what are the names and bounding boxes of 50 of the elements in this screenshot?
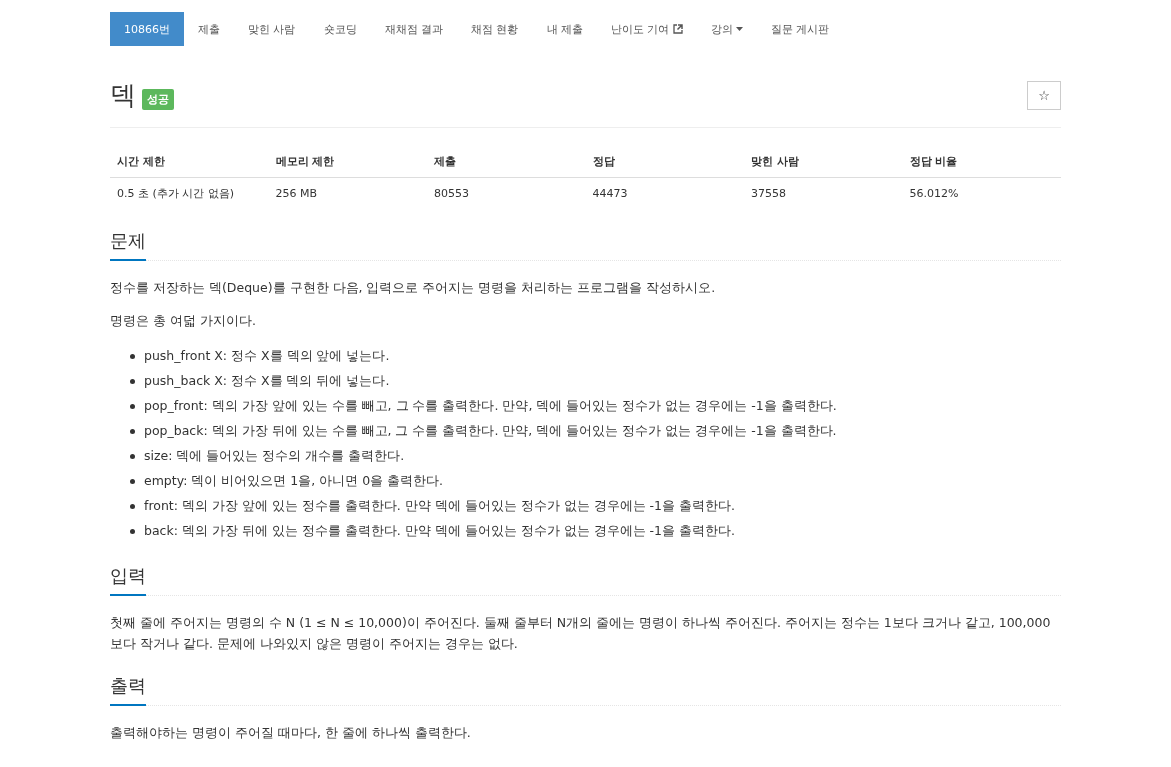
column-header: 맞힌 사람 bbox=[744, 146, 903, 178]
caret-icon bbox=[735, 26, 743, 32]
table-cell: 56.012% bbox=[902, 177, 1061, 209]
nav-tab[interactable]: 10866번 bbox=[110, 12, 184, 46]
section-heading: 입력 bbox=[110, 557, 146, 596]
section-heading: 출력 bbox=[110, 668, 146, 706]
nav-tab[interactable]: 채점 현황 bbox=[457, 12, 533, 46]
nav-tab[interactable]: 제출 bbox=[184, 12, 234, 46]
favorite-star-button[interactable]: ☆ bbox=[1027, 81, 1061, 110]
paragraph: 출력해야하는 명령이 주어질 때마다, 한 줄에 하나씩 출력한다. bbox=[110, 724, 472, 742]
table-cell: 256 MB bbox=[268, 177, 427, 209]
column-header: 정답 비율 bbox=[902, 146, 1061, 178]
nav-tab[interactable]: 난이도 기여 bbox=[597, 12, 697, 46]
nav-tab[interactable]: 강의 bbox=[696, 12, 757, 46]
bullet-icon bbox=[130, 528, 135, 534]
table-cell: 80553 bbox=[427, 177, 586, 209]
list-item: pop_front: 덱의 가장 앞에 있는 수를 빼고, 그 수를 출력한다. 만약, 덱에 들어있는 정수가 없는 경우에는 -1을 출력한다. bbox=[144, 397, 837, 415]
bullet-icon bbox=[130, 378, 135, 384]
external-link-icon bbox=[672, 24, 683, 34]
list-item: push_front X: 정수 X를 덱의 앞에 넣는다. bbox=[144, 347, 390, 365]
table-cell: 44473 bbox=[585, 177, 744, 209]
list-item: empty: 덱이 비어있으면 1을, 아니면 0을 출력한다. bbox=[144, 472, 444, 490]
list-item: pop_back: 덱의 가장 뒤에 있는 수를 빼고, 그 수를 출력한다. 만약, 덱에 들어있는 정수가 없는 경우에는 -1을 출력한다. bbox=[144, 422, 837, 440]
list-item: front: 덱의 가장 앞에 있는 정수를 출력한다. 만약 덱에 들어있는 정수가 없는 경우에는 -1을 출력한다. bbox=[144, 497, 735, 515]
nav-tab[interactable]: 맞힌 사람 bbox=[234, 12, 310, 46]
nav-tab[interactable]: 숏코딩 bbox=[309, 12, 371, 46]
bullet-icon bbox=[130, 428, 135, 434]
nav-tab[interactable]: 내 제출 bbox=[532, 12, 597, 46]
table-cell: 0.5 초 (추가 시간 없음) bbox=[110, 177, 269, 209]
paragraph: 명령은 총 여덟 가지이다. bbox=[110, 312, 257, 331]
nav-tab[interactable]: 재채점 결과 bbox=[370, 12, 457, 46]
paragraph: 첫째 줄에 주어지는 명령의 수 N (1 ≤ N ≤ 10,000)이 주어진다. 둘째 줄부터 N개의 줄에는 명령이 하나씩 주어진다. 주어지는 정수는 1보다 크거나 같고, 100,000보다 작거나 같다. 문제에 나와있지 않은 명령이 주어지는 경우는 없다. bbox=[110, 613, 1052, 653]
bullet-icon bbox=[130, 478, 135, 484]
nav-tab[interactable]: 질문 게시판 bbox=[756, 12, 843, 46]
bullet-icon bbox=[130, 353, 135, 359]
list-item: push_back X: 정수 X를 덱의 뒤에 넣는다. bbox=[144, 372, 390, 390]
status-badge: 성공 bbox=[142, 89, 174, 110]
paragraph: 정수를 저장하는 덱(Deque)를 구현한 다음, 입력으로 주어지는 명령을 처리하는 프로그램을 작성하시오. bbox=[110, 279, 717, 297]
column-header: 메모리 제한 bbox=[268, 146, 427, 178]
column-header: 시간 제한 bbox=[110, 146, 269, 178]
column-header: 제출 bbox=[427, 146, 586, 178]
bullet-icon bbox=[130, 403, 135, 409]
problem-title: 덱 bbox=[110, 79, 136, 112]
bullet-icon bbox=[130, 503, 135, 509]
list-item: size: 덱에 들어있는 정수의 개수를 출력한다. bbox=[144, 447, 405, 465]
list-item: back: 덱의 가장 뒤에 있는 정수를 출력한다. 만약 덱에 들어있는 정수가 없는 경우에는 -1을 출력한다. bbox=[144, 522, 735, 540]
section-heading: 문제 bbox=[110, 223, 146, 261]
table-cell: 37558 bbox=[744, 177, 903, 209]
column-header: 정답 bbox=[585, 146, 744, 178]
bullet-icon bbox=[130, 453, 135, 459]
